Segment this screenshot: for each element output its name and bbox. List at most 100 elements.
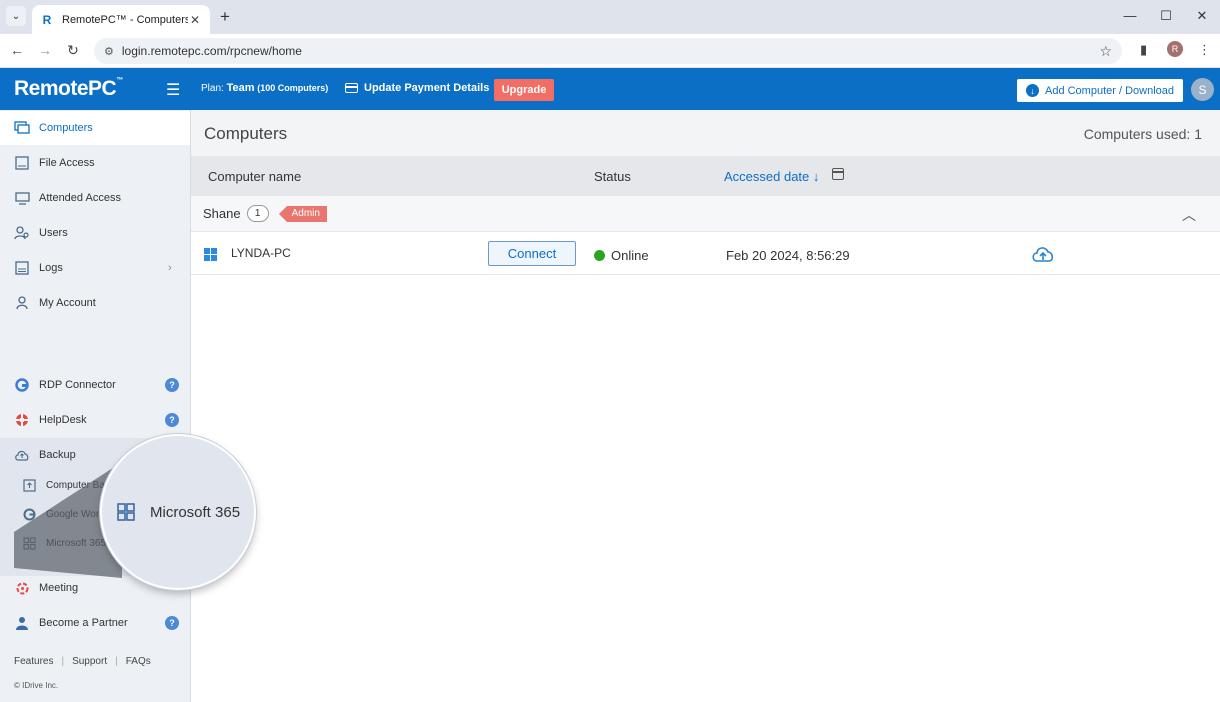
sidebar-item-helpdesk[interactable]: HelpDesk ? <box>0 403 190 437</box>
sidebar-item-label: Meeting <box>39 582 79 594</box>
browser-tab-bar: ⌄ R RemotePC™ - Computers ✕ + — ☐ ✕ <box>0 0 1220 34</box>
logs-icon <box>14 260 30 276</box>
add-computer-download-button[interactable]: ↓ Add Computer / Download <box>1017 79 1183 102</box>
windows-icon <box>204 248 217 261</box>
forward-icon[interactable]: → <box>36 42 54 58</box>
sidebar-item-label: Logs <box>39 262 63 274</box>
group-name: Shane <box>203 206 241 221</box>
column-status[interactable]: Status <box>594 169 631 184</box>
sidebar-item-label: File Access <box>39 157 95 169</box>
sidebar-item-become-partner[interactable]: Become a Partner ? <box>0 606 190 640</box>
close-tab-icon[interactable]: ✕ <box>188 13 202 27</box>
new-tab-button[interactable]: + <box>220 7 230 27</box>
minimize-icon[interactable]: — <box>1120 8 1140 23</box>
rdp-connector-icon <box>14 377 30 393</box>
faqs-link[interactable]: FAQs <box>126 656 151 667</box>
sidebar-item-file-access[interactable]: File Access <box>0 146 190 180</box>
sidebar-item-label: Users <box>39 227 68 239</box>
plan-info: Plan: Team (100 Computers) <box>201 82 328 94</box>
download-icon: ↓ <box>1025 84 1039 97</box>
browser-profile-avatar[interactable]: R <box>1167 41 1183 57</box>
credit-card-icon <box>345 83 358 93</box>
chevron-up-icon[interactable]: ︿ <box>1182 205 1196 225</box>
sidebar: Computers File Access Attended Access Us… <box>0 110 191 702</box>
browser-menu-icon[interactable]: ⋮ <box>1198 42 1211 58</box>
partner-icon <box>14 615 30 631</box>
sidebar-item-users[interactable]: Users <box>0 216 190 250</box>
remotepc-favicon-icon: R <box>42 12 52 27</box>
plan-name: Team <box>226 82 255 94</box>
computers-used-count: Computers used: 1 <box>1083 126 1202 142</box>
logo-text: RemotePC <box>14 77 117 100</box>
connect-button[interactable]: Connect <box>488 241 576 266</box>
display-icon <box>14 190 30 206</box>
meeting-icon <box>14 580 30 596</box>
microsoft-365-icon <box>22 536 36 550</box>
cloud-backup-icon <box>14 447 30 463</box>
microsoft-365-icon <box>116 502 136 522</box>
site-settings-icon[interactable]: ⚙ <box>104 45 114 58</box>
sidebar-item-label: Become a Partner <box>39 617 128 629</box>
status-text: Online <box>611 248 649 263</box>
help-icon[interactable]: ? <box>165 616 179 630</box>
column-accessed-date[interactable]: Accessed date ↓ <box>724 169 819 184</box>
sidebar-footer-links: Features | Support | FAQs <box>14 656 151 667</box>
page-title: Computers <box>204 124 288 143</box>
computer-name: LYNDA-PC <box>231 246 291 260</box>
sidebar-item-attended-access[interactable]: Attended Access <box>0 181 190 215</box>
file-access-icon <box>14 155 30 171</box>
browser-toolbar: ← → ↻ ⚙ login.remotepc.com/rpcnew/home ☆… <box>0 34 1220 68</box>
app-header: RemotePC™ ☰ Plan: Team (100 Computers) U… <box>0 68 1220 110</box>
divider: | <box>61 656 65 667</box>
bookmark-star-icon[interactable]: ☆ <box>1099 43 1112 60</box>
sidebar-item-label: Attended Access <box>39 192 121 204</box>
plan-prefix: Plan: <box>201 83 224 94</box>
account-icon <box>14 295 30 311</box>
logo-trademark: ™ <box>116 77 123 84</box>
update-payment-label: Update Payment Details <box>364 82 490 94</box>
google-icon <box>22 507 36 521</box>
column-computer-name[interactable]: Computer name <box>208 169 301 184</box>
copyright-text: © IDrive Inc. <box>14 681 59 690</box>
update-payment-link[interactable]: Update Payment Details <box>345 82 489 94</box>
calendar-icon[interactable] <box>832 168 844 180</box>
sidebar-item-computers[interactable]: Computers <box>0 111 190 145</box>
sidebar-item-label: Computers <box>39 122 93 134</box>
plan-detail: (100 Computers) <box>257 83 329 93</box>
help-icon[interactable]: ? <box>165 413 179 427</box>
users-icon <box>14 225 30 241</box>
upgrade-button[interactable]: Upgrade <box>494 79 554 101</box>
url-text[interactable]: login.remotepc.com/rpcnew/home <box>122 44 1100 58</box>
maximize-icon[interactable]: ☐ <box>1156 8 1176 24</box>
back-icon[interactable]: ← <box>8 42 26 58</box>
group-row[interactable]: Shane 1 Admin ︿ <box>191 196 1220 232</box>
help-icon[interactable]: ? <box>165 378 179 392</box>
lifebuoy-icon <box>14 412 30 428</box>
add-computer-label: Add Computer / Download <box>1044 84 1174 97</box>
sidebar-item-rdp-connector[interactable]: RDP Connector ? <box>0 368 190 402</box>
table-header: Computer name Status Accessed date ↓ <box>191 156 1220 196</box>
admin-tag: Admin <box>278 205 327 222</box>
tab-search-button[interactable]: ⌄ <box>6 6 26 26</box>
accessed-date: Feb 20 2024, 8:56:29 <box>726 248 850 263</box>
sidebar-item-my-account[interactable]: My Account <box>0 286 190 320</box>
hamburger-menu-icon[interactable]: ☰ <box>166 80 180 100</box>
sidebar-item-label: My Account <box>39 297 96 309</box>
sidebar-item-label: Backup <box>39 449 76 461</box>
cloud-upload-icon[interactable] <box>1031 244 1055 264</box>
close-window-icon[interactable]: ✕ <box>1192 8 1212 24</box>
tab-title: RemotePC™ - Computers <box>62 13 188 26</box>
reload-icon[interactable]: ↻ <box>64 42 82 59</box>
page-header: Computers Computers used: 1 <box>191 110 1220 156</box>
sidebar-item-logs[interactable]: Logs › <box>0 251 190 285</box>
features-link[interactable]: Features <box>14 656 53 667</box>
monitor-icon <box>14 120 30 136</box>
browser-tab[interactable]: R RemotePC™ - Computers ✕ <box>32 5 210 34</box>
user-avatar[interactable]: S <box>1191 78 1214 101</box>
magnifier-callout: Microsoft 365 <box>100 434 256 590</box>
remotepc-logo[interactable]: RemotePC™ <box>14 77 123 101</box>
support-link[interactable]: Support <box>72 656 107 667</box>
address-bar[interactable]: ⚙ login.remotepc.com/rpcnew/home ☆ <box>94 38 1122 64</box>
divider: | <box>115 656 118 667</box>
side-panel-icon[interactable]: ▮ <box>1140 42 1147 58</box>
